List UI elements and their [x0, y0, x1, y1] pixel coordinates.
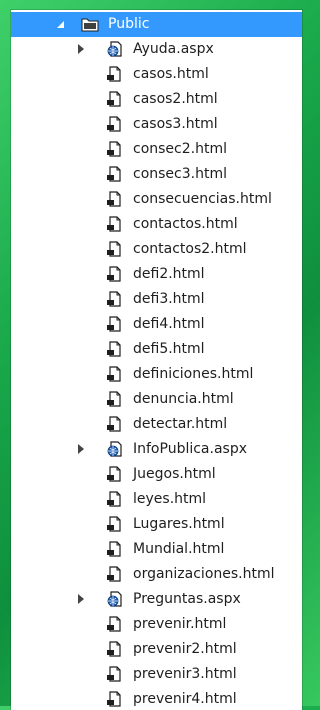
html-file-icon [106, 515, 124, 533]
tree-item-defi5-html[interactable]: defi5.html [11, 337, 302, 362]
tree-item-contactos-html[interactable]: contactos.html [11, 212, 302, 237]
tree-item-label: Mundial.html [133, 541, 225, 557]
tree-item-denuncia-html[interactable]: denuncia.html [11, 387, 302, 412]
expand-arrow-icon[interactable] [57, 21, 64, 28]
tree-item-label: defi2.html [133, 266, 205, 282]
tree-item-label: detectar.html [133, 416, 228, 432]
tree-item-infopublica-aspx[interactable]: InfoPublica.aspx [11, 437, 302, 462]
tree-item-defi4-html[interactable]: defi4.html [11, 312, 302, 337]
tree-item-label: prevenir.html [133, 616, 227, 632]
tree-item-label: Public [108, 16, 150, 32]
html-file-icon [106, 565, 124, 583]
html-file-icon [106, 690, 124, 708]
html-file-icon [106, 265, 124, 283]
html-file-icon [106, 90, 124, 108]
tree-item-public-folder[interactable]: Public [11, 12, 302, 37]
tree-item-label: Juegos.html [133, 466, 216, 482]
html-file-icon [106, 240, 124, 258]
tree-item-label: prevenir4.html [133, 691, 237, 707]
tree-item-mundial-html[interactable]: Mundial.html [11, 537, 302, 562]
tree-item-definiciones-html[interactable]: definiciones.html [11, 362, 302, 387]
aspx-web-file-icon [106, 590, 124, 608]
tree-item-defi2-html[interactable]: defi2.html [11, 262, 302, 287]
tree-item-label: contactos2.html [133, 241, 247, 257]
tree-item-prevenir4-html[interactable]: prevenir4.html [11, 687, 302, 710]
tree-item-defi3-html[interactable]: defi3.html [11, 287, 302, 312]
html-file-icon [106, 615, 124, 633]
tree-item-prevenir2-html[interactable]: prevenir2.html [11, 637, 302, 662]
tree-item-prevenir-html[interactable]: prevenir.html [11, 612, 302, 637]
html-file-icon [106, 365, 124, 383]
tree-item-lugares-html[interactable]: Lugares.html [11, 512, 302, 537]
tree-item-label: InfoPublica.aspx [133, 441, 248, 457]
tree-item-consec2-html[interactable]: consec2.html [11, 137, 302, 162]
html-file-icon [106, 65, 124, 83]
tree-item-contactos2-html[interactable]: contactos2.html [11, 237, 302, 262]
tree-item-preguntas-aspx[interactable]: Preguntas.aspx [11, 587, 302, 612]
tree-item-label: defi5.html [133, 341, 205, 357]
html-file-icon [106, 640, 124, 658]
tree-item-label: Ayuda.aspx [133, 41, 214, 57]
folder-icon [81, 15, 99, 33]
html-file-icon [106, 465, 124, 483]
html-file-icon [106, 215, 124, 233]
html-file-icon [106, 490, 124, 508]
html-file-icon [106, 665, 124, 683]
tree-item-consec3-html[interactable]: consec3.html [11, 162, 302, 187]
tree-item-label: leyes.html [133, 491, 207, 507]
tree-item-ayuda-aspx[interactable]: Ayuda.aspx [11, 37, 302, 62]
tree-item-label: defi4.html [133, 316, 205, 332]
tree-item-label: denuncia.html [133, 391, 234, 407]
html-file-icon [106, 540, 124, 558]
tree-item-casos2-html[interactable]: casos2.html [11, 87, 302, 112]
tree-item-label: Lugares.html [133, 516, 225, 532]
tree-item-label: consec2.html [133, 141, 227, 157]
tree-item-detectar-html[interactable]: detectar.html [11, 412, 302, 437]
tree-item-label: organizaciones.html [133, 566, 275, 582]
tree-item-label: casos2.html [133, 91, 218, 107]
tree-item-label: consecuencias.html [133, 191, 272, 207]
solution-explorer-tree: Public Ayuda.aspx casos.html casos2.html ca… [11, 10, 302, 710]
tree-item-label: Preguntas.aspx [133, 591, 241, 607]
tree-item-label: prevenir3.html [133, 666, 237, 682]
collapsed-arrow-icon[interactable] [78, 44, 84, 54]
html-file-icon [106, 290, 124, 308]
tree-item-juegos-html[interactable]: Juegos.html [11, 462, 302, 487]
html-file-icon [106, 415, 124, 433]
tree-item-casos3-html[interactable]: casos3.html [11, 112, 302, 137]
html-file-icon [106, 315, 124, 333]
tree-item-label: consec3.html [133, 166, 227, 182]
tree-item-casos-html[interactable]: casos.html [11, 62, 302, 87]
tree-item-consecuencias-html[interactable]: consecuencias.html [11, 187, 302, 212]
tree-item-organizaciones-html[interactable]: organizaciones.html [11, 562, 302, 587]
aspx-web-file-icon [106, 440, 124, 458]
tree-item-leyes-html[interactable]: leyes.html [11, 487, 302, 512]
tree-item-label: contactos.html [133, 216, 238, 232]
tree-item-label: defi3.html [133, 291, 205, 307]
html-file-icon [106, 340, 124, 358]
html-file-icon [106, 165, 124, 183]
html-file-icon [106, 390, 124, 408]
tree-item-label: casos3.html [133, 116, 218, 132]
html-file-icon [106, 115, 124, 133]
collapsed-arrow-icon[interactable] [78, 594, 84, 604]
tree-item-label: casos.html [133, 66, 209, 82]
aspx-web-file-icon [106, 40, 124, 58]
html-file-icon [106, 140, 124, 158]
html-file-icon [106, 190, 124, 208]
tree-item-label: definiciones.html [133, 366, 254, 382]
tree-item-prevenir3-html[interactable]: prevenir3.html [11, 662, 302, 687]
collapsed-arrow-icon[interactable] [78, 444, 84, 454]
tree-item-label: prevenir2.html [133, 641, 237, 657]
